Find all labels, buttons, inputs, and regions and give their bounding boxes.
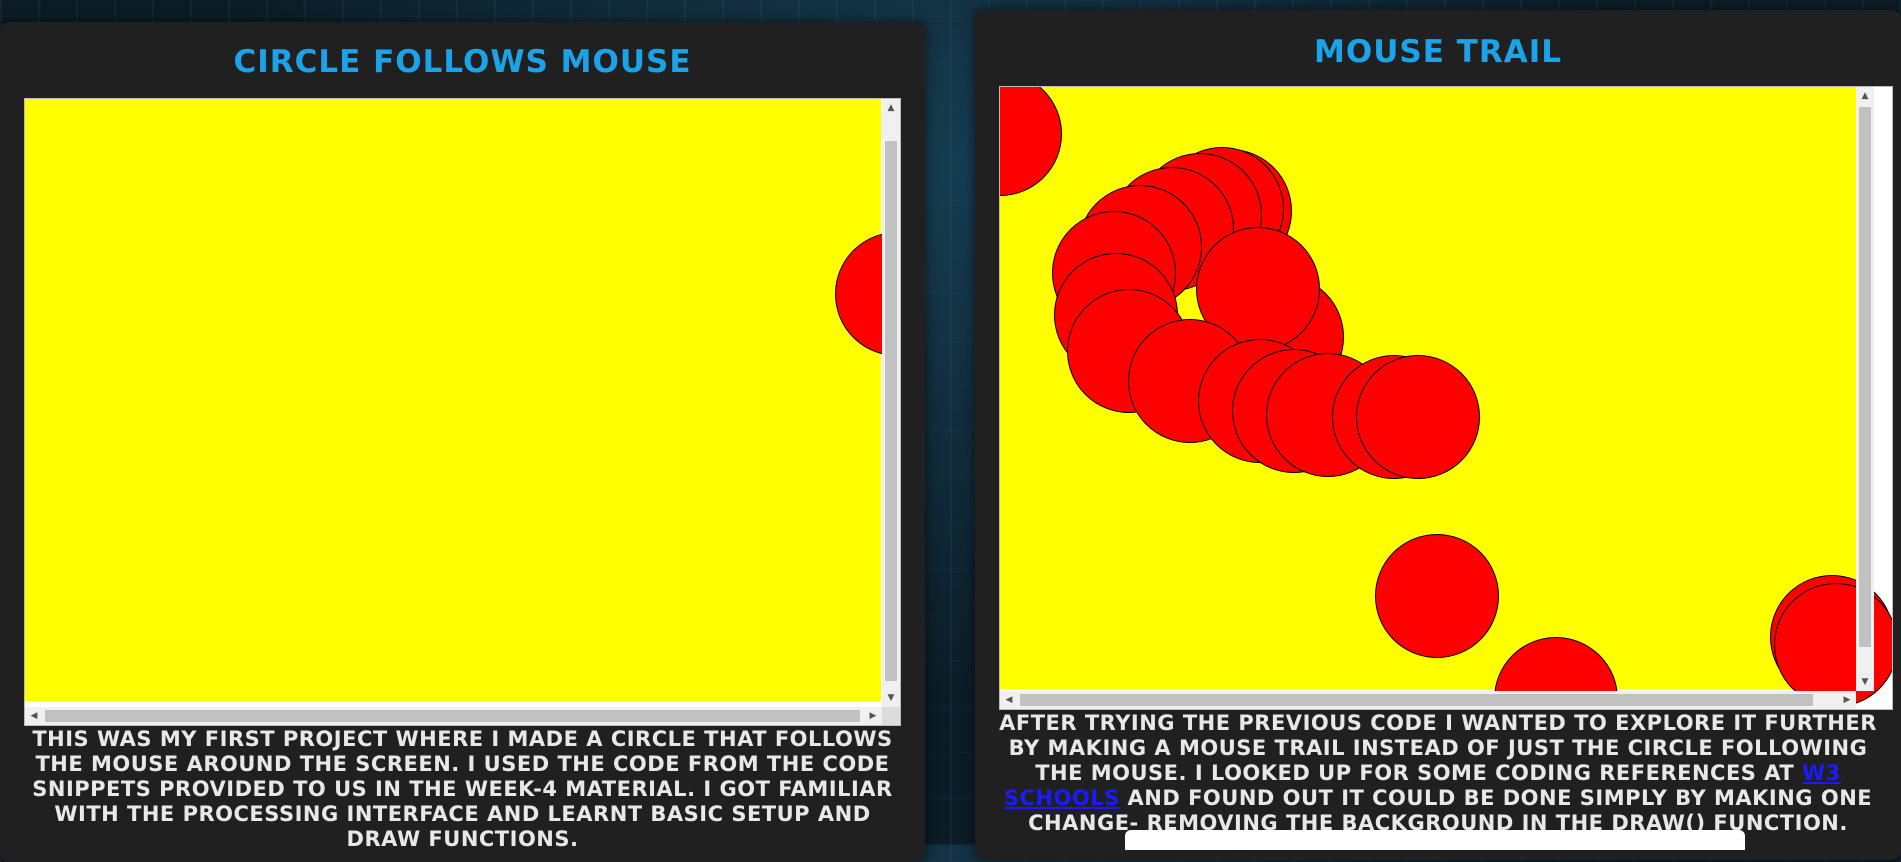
- vertical-scroll-thumb[interactable]: [1859, 107, 1871, 647]
- next-embed-edge: [1125, 830, 1745, 850]
- horizontal-scroll-thumb[interactable]: [45, 710, 860, 722]
- project-description: THIS WAS MY FIRST PROJECT WHERE I MADE A…: [32, 727, 893, 851]
- scroll-left-arrow-icon[interactable]: ◀: [1000, 691, 1018, 709]
- panel-title: CIRCLE FOLLOWS MOUSE: [233, 44, 692, 80]
- scroll-down-arrow-icon[interactable]: ▼: [882, 689, 900, 707]
- sketch-embed[interactable]: ▲ ▼ ◀ ▶: [999, 86, 1893, 710]
- scroll-up-arrow-icon[interactable]: ▲: [1856, 87, 1874, 105]
- processing-canvas[interactable]: [25, 99, 900, 701]
- scroll-up-arrow-icon[interactable]: ▲: [882, 99, 900, 117]
- scroll-right-arrow-icon[interactable]: ▶: [864, 707, 882, 725]
- scroll-down-arrow-icon[interactable]: ▼: [1856, 673, 1874, 691]
- project-description: AFTER TRYING THE PREVIOUS CODE I WANTED …: [989, 711, 1887, 836]
- processing-canvas[interactable]: [1000, 87, 1892, 709]
- scroll-left-arrow-icon[interactable]: ◀: [25, 707, 43, 725]
- vertical-scrollbar[interactable]: ▲ ▼: [882, 99, 900, 707]
- panel-title: MOUSE TRAIL: [1314, 34, 1562, 70]
- scrollbar-corner: [882, 707, 900, 725]
- horizontal-scrollbar[interactable]: ◀ ▶: [25, 707, 882, 725]
- horizontal-scrollbar[interactable]: ◀ ▶: [1000, 691, 1856, 709]
- description-text: AFTER TRYING THE PREVIOUS CODE I WANTED …: [999, 711, 1877, 785]
- trail-circle: [1356, 355, 1480, 479]
- scroll-right-arrow-icon[interactable]: ▶: [1838, 691, 1856, 709]
- trail-circle: [1000, 87, 1062, 196]
- circle-follows-mouse-panel: CIRCLE FOLLOWS MOUSE ▲ ▼ ◀ ▶ THIS WAS MY…: [0, 22, 925, 862]
- horizontal-scroll-thumb[interactable]: [1020, 694, 1813, 706]
- mouse-trail-panel: MOUSE TRAIL ▲ ▼ ◀ ▶ AFTER TRYING THE PRE…: [975, 10, 1901, 860]
- trail-circle: [1774, 583, 1892, 707]
- vertical-scroll-thumb[interactable]: [885, 141, 897, 681]
- trail-circle: [1375, 534, 1499, 658]
- vertical-scrollbar[interactable]: ▲ ▼: [1856, 87, 1874, 691]
- sketch-embed[interactable]: ▲ ▼ ◀ ▶: [24, 98, 901, 726]
- description-text: AND FOUND OUT IT COULD BE DONE SIMPLY BY…: [1028, 786, 1873, 835]
